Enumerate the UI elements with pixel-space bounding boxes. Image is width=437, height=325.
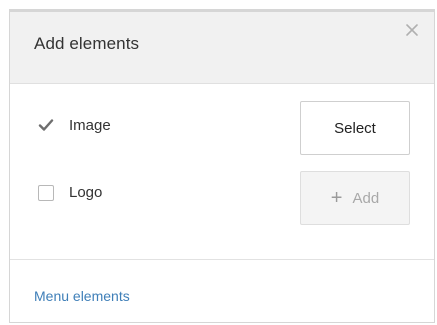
plus-icon: + (330, 187, 343, 209)
dialog-header: Add elements (10, 12, 434, 84)
add-elements-dialog: Add elements Image Select Logo + Add Men… (9, 9, 435, 323)
logo-checkbox[interactable] (38, 185, 54, 201)
image-checkbox[interactable] (38, 117, 54, 133)
footer-divider (10, 259, 434, 260)
image-option-label: Image (69, 117, 111, 134)
add-button[interactable]: + Add (300, 171, 410, 225)
logo-option-label: Logo (69, 184, 103, 201)
close-icon[interactable] (404, 22, 420, 38)
add-button-label: Add (352, 189, 380, 207)
dialog-title: Add elements (34, 34, 140, 53)
select-button[interactable]: Select (300, 101, 410, 155)
menu-elements-link[interactable]: Menu elements (34, 288, 130, 304)
